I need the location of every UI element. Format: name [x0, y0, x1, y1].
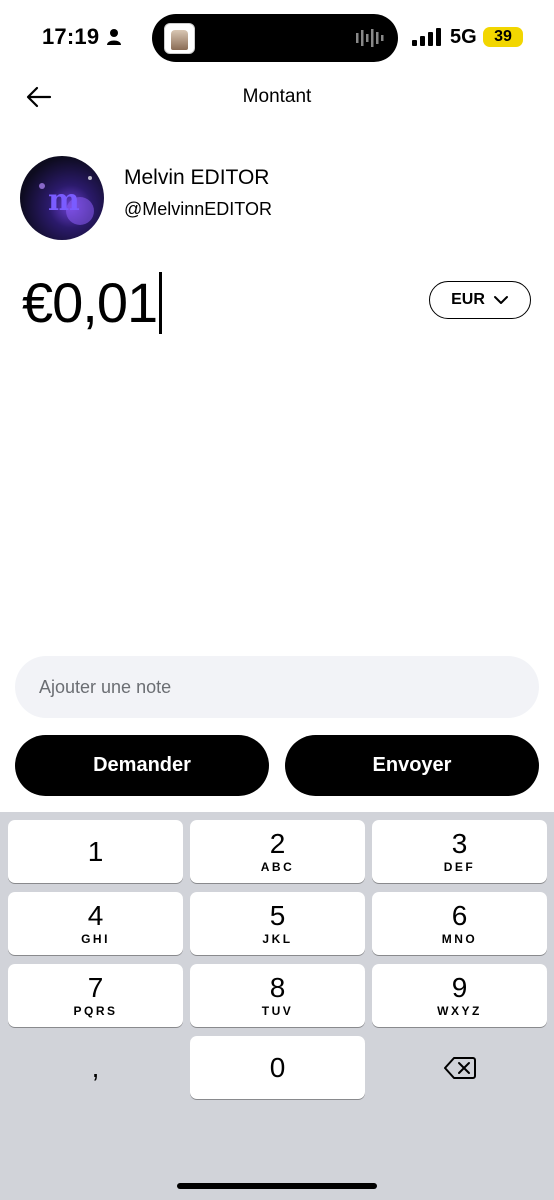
amount-display[interactable]: €0,01	[22, 270, 162, 335]
text-cursor	[159, 271, 162, 334]
key-4[interactable]: 4 GHI	[8, 892, 183, 955]
request-button[interactable]: Demander	[15, 735, 269, 796]
key-letters: ABC	[260, 860, 295, 874]
key-letters: GHI	[81, 932, 110, 946]
key-digit: 5	[269, 900, 286, 931]
numeric-keypad: 1 2 ABC 3 DEF 4 GHI 5 JKL 6 MNO 7 PQRS 8…	[0, 812, 554, 1200]
currency-selector[interactable]: EUR	[429, 281, 531, 319]
status-bar: 17:19 5G 39	[0, 0, 554, 76]
key-digit: 3	[451, 828, 468, 859]
key-letters: PQRS	[73, 1004, 118, 1018]
currency-label: EUR	[451, 291, 485, 308]
key-letters: TUV	[261, 1004, 294, 1018]
send-button[interactable]: Envoyer	[285, 735, 539, 796]
chevron-down-icon	[493, 296, 508, 304]
battery-indicator: 39	[483, 27, 523, 47]
key-digit: 0	[269, 1051, 286, 1083]
key-digit: 9	[451, 972, 468, 1003]
key-digit: 2	[269, 828, 286, 859]
avatar: m	[20, 156, 104, 240]
note-field[interactable]	[15, 656, 539, 718]
key-digit: 1	[87, 835, 104, 867]
note-input[interactable]	[37, 675, 539, 699]
svg-text:m: m	[48, 183, 80, 218]
key-digit: ,	[91, 1051, 100, 1083]
key-3[interactable]: 3 DEF	[372, 820, 547, 883]
key-comma[interactable]: ,	[8, 1036, 183, 1099]
home-indicator[interactable]	[177, 1183, 377, 1189]
recipient-name: Melvin EDITOR	[124, 166, 270, 189]
recipient-handle: @MelvinnEDITOR	[124, 199, 272, 219]
key-digit: 8	[269, 972, 286, 1003]
status-time: 17:19	[42, 24, 100, 49]
now-playing-thumbnail	[164, 23, 195, 54]
key-7[interactable]: 7 PQRS	[8, 964, 183, 1027]
key-backspace[interactable]	[372, 1036, 547, 1099]
key-8[interactable]: 8 TUV	[190, 964, 365, 1027]
key-letters: DEF	[443, 860, 476, 874]
key-1[interactable]: 1	[8, 820, 183, 883]
key-digit: 6	[451, 900, 468, 931]
network-type: 5G	[450, 26, 477, 48]
key-6[interactable]: 6 MNO	[372, 892, 547, 955]
key-0[interactable]: 0	[190, 1036, 365, 1099]
key-letters: MNO	[441, 932, 478, 946]
key-5[interactable]: 5 JKL	[190, 892, 365, 955]
person-icon	[107, 29, 121, 45]
backspace-icon	[443, 1056, 476, 1079]
key-digit: 4	[87, 900, 104, 931]
page-title: Montant	[242, 86, 312, 107]
cellular-signal-icon	[412, 28, 441, 46]
key-letters: JKL	[262, 932, 293, 946]
key-digit: 7	[87, 972, 104, 1003]
audio-waveform-icon	[356, 29, 384, 47]
amount-value: €0,01	[22, 271, 158, 334]
key-9[interactable]: 9 WXYZ	[372, 964, 547, 1027]
key-letters: WXYZ	[437, 1004, 482, 1018]
dynamic-island[interactable]	[152, 14, 398, 62]
key-2[interactable]: 2 ABC	[190, 820, 365, 883]
